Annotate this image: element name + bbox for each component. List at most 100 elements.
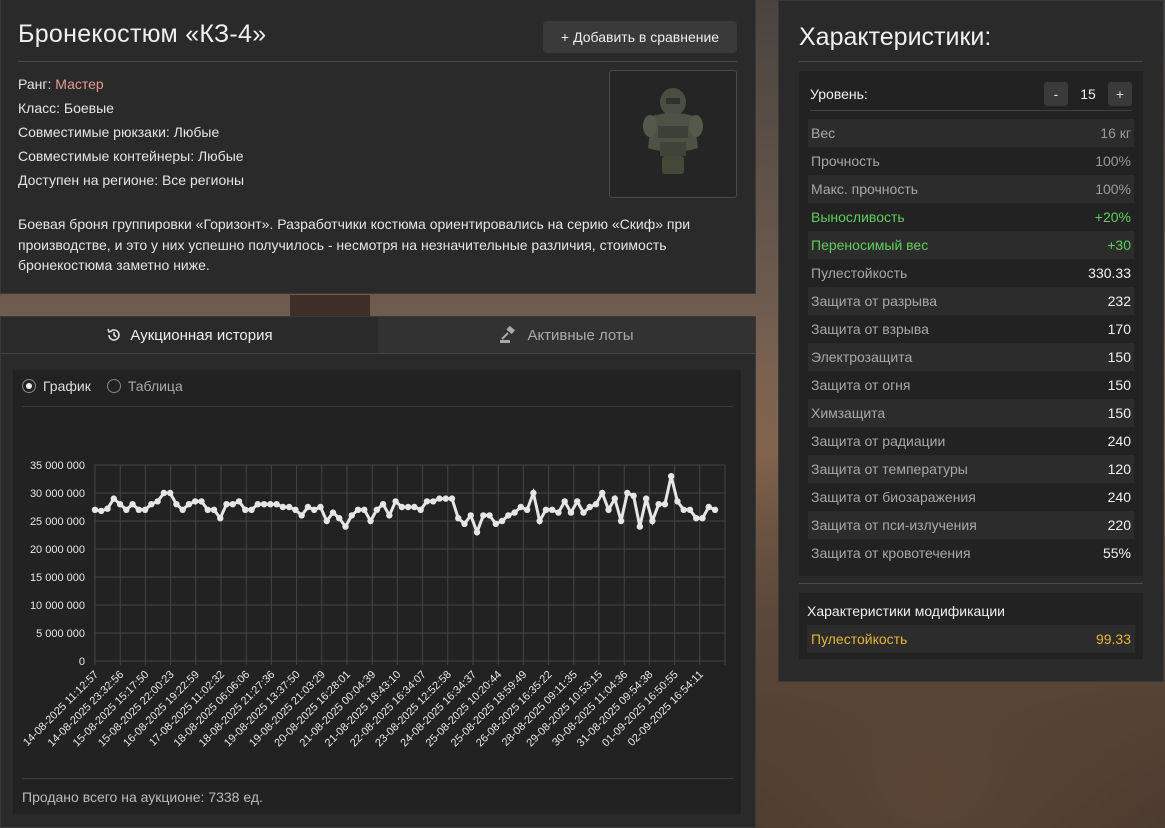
stat-row: Химзащита 150: [808, 399, 1134, 427]
price-point: [548, 506, 556, 513]
price-point: [367, 517, 374, 525]
price-point: [254, 501, 262, 508]
y-tick-label: 30 000 000: [30, 488, 85, 500]
price-point: [148, 501, 155, 508]
price-point: [530, 489, 537, 497]
history-icon: [107, 328, 121, 341]
price-point: [674, 498, 681, 505]
stat-value: 55%: [1102, 545, 1131, 561]
level-decrease-button[interactable]: -: [1044, 81, 1068, 106]
price-point: [210, 506, 218, 513]
price-point: [204, 506, 211, 513]
tab-auction-history-label: Аукционная история: [130, 326, 273, 344]
price-point: [611, 495, 618, 502]
tab-active-lots-label: Активные лоты: [527, 326, 634, 344]
price-point: [129, 501, 136, 508]
stat-row: Выносливость +20%: [808, 203, 1134, 231]
class-line: Класс: Боевые: [18, 100, 114, 116]
price-point: [536, 517, 543, 525]
price-point: [398, 503, 406, 511]
y-tick-label: 5 000 000: [36, 628, 85, 640]
tab-active-lots[interactable]: Активные лоты: [378, 317, 755, 353]
level-increase-button[interactable]: +: [1108, 81, 1132, 106]
price-point: [91, 506, 99, 513]
price-point: [511, 509, 518, 516]
price-point: [480, 512, 487, 519]
price-point: [342, 523, 349, 530]
stat-row: Защита от температуры 120: [808, 455, 1134, 483]
radio-selected-icon: [22, 379, 36, 393]
rank-label: Ранг:: [18, 76, 56, 92]
price-point: [711, 506, 719, 513]
stats-table: Уровень: - 15 + Вес 16 кг Прочность 100% Мак…: [799, 71, 1143, 576]
mod-label: Пулестойкость: [811, 631, 908, 647]
stats-divider: [799, 61, 1143, 62]
stat-row: Защита от пси-излучения 220: [808, 511, 1134, 539]
price-point: [329, 509, 337, 516]
stat-value: 232: [1107, 293, 1131, 309]
price-point: [699, 515, 706, 522]
price-point: [680, 506, 687, 513]
stat-row: Макс. прочность 100%: [808, 175, 1134, 203]
price-point: [298, 512, 305, 519]
stat-row: Пулестойкость 330.33: [808, 259, 1134, 287]
sold-total: Продано всего на аукционе: 7338 ед.: [22, 789, 263, 805]
stat-row: Защита от взрыва 170: [808, 315, 1134, 343]
price-point: [292, 506, 299, 513]
price-point: [592, 501, 600, 508]
price-point: [317, 503, 324, 511]
mod-value: 99.33: [1095, 631, 1131, 647]
price-point: [386, 512, 393, 519]
item-image: [609, 70, 737, 198]
tab-auction-history[interactable]: Аукционная история: [1, 317, 378, 353]
stat-label: Защита от разрыва: [811, 293, 938, 309]
stat-row: Защита от радиации 240: [808, 427, 1134, 455]
price-point: [135, 506, 143, 513]
mod-row: Пулестойкость 99.33: [807, 625, 1135, 653]
price-point: [279, 503, 287, 511]
stat-label: Электрозащита: [811, 349, 913, 365]
stat-label: Выносливость: [811, 209, 905, 225]
table-view-radio[interactable]: Таблица: [106, 378, 183, 394]
price-point: [686, 506, 694, 513]
stat-value: +20%: [1094, 209, 1131, 225]
price-history-chart: 35 000 000 30 000 000 25 000 000 20 000 000…: [21, 460, 726, 749]
price-point: [198, 498, 205, 505]
price-point: [517, 503, 525, 511]
y-tick-label: 0: [79, 656, 85, 668]
view-toggle: График Таблица: [22, 378, 183, 394]
stat-value: 100%: [1095, 181, 1131, 197]
stat-value: +30: [1107, 237, 1131, 253]
stat-row: Переносимый вес +30: [808, 231, 1134, 259]
price-point: [373, 506, 381, 513]
price-point: [661, 501, 669, 508]
price-point: [617, 517, 625, 525]
price-point: [173, 501, 180, 508]
price-point: [392, 498, 399, 505]
price-point: [423, 498, 431, 505]
stat-label: Пулестойкость: [811, 265, 908, 281]
price-point: [323, 517, 330, 525]
price-point: [642, 495, 650, 502]
stats-title: Характеристики:: [799, 23, 992, 51]
stat-label: Защита от пси-излучения: [811, 517, 977, 533]
stat-row: Защита от биозаражения 240: [808, 483, 1134, 511]
price-point: [492, 520, 500, 527]
add-to-compare-button[interactable]: + Добавить в сравнение: [543, 21, 737, 53]
chart-view-radio[interactable]: График: [22, 378, 91, 394]
stat-label: Защита от температуры: [811, 461, 968, 477]
y-tick-label: 35 000 000: [30, 460, 85, 472]
price-point: [248, 506, 255, 513]
y-tick-label: 20 000 000: [30, 544, 85, 556]
price-point: [361, 506, 368, 513]
rank-value: Мастер: [55, 76, 104, 92]
price-point: [649, 517, 656, 525]
price-point: [267, 501, 274, 508]
stat-row: Защита от кровотечения 55%: [808, 539, 1134, 567]
stat-row: Вес 16 кг: [808, 119, 1134, 147]
price-point: [179, 506, 186, 513]
price-point: [229, 501, 236, 508]
stat-label: Защита от огня: [811, 377, 911, 393]
stat-value: 100%: [1095, 153, 1131, 169]
rank-line: Ранг: Мастер: [18, 76, 104, 92]
